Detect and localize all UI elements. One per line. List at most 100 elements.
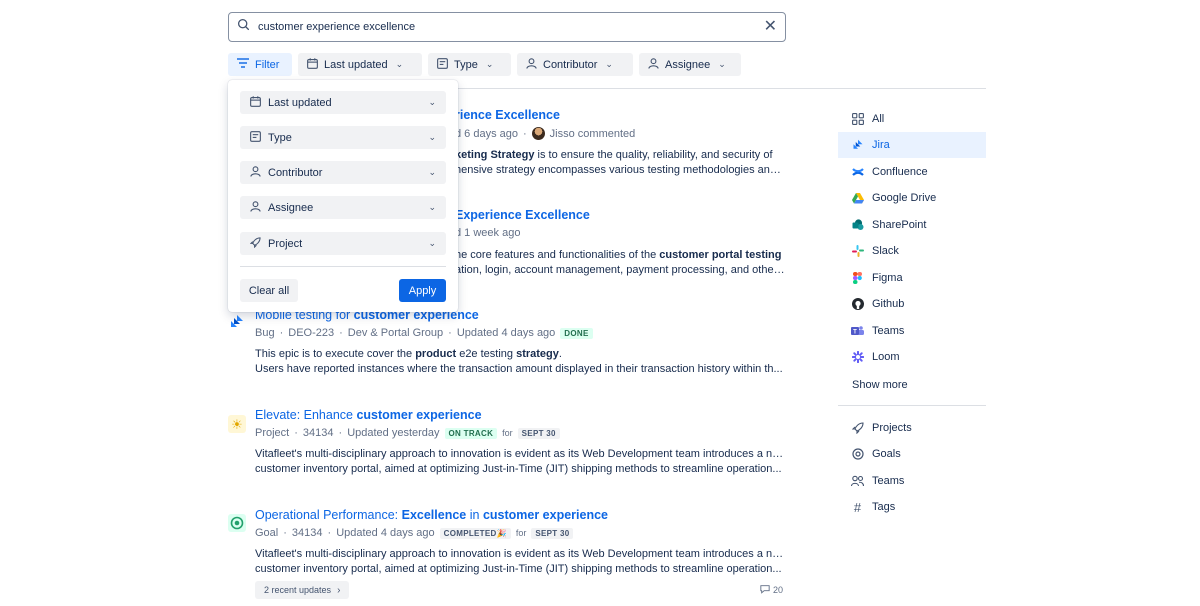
clear-all-button[interactable]: Clear all (240, 279, 298, 302)
sun-icon: ☀ (228, 415, 246, 433)
dropdown-type[interactable]: Type ⌄ (240, 126, 446, 149)
status-badge: COMPLETED🎉 (439, 527, 511, 539)
chevron-down-icon: ⌄ (428, 97, 436, 107)
result-description: This epic is to execute cover the produc… (255, 348, 562, 360)
sidebar-item-tags[interactable]: # Tags (838, 494, 986, 520)
type-icon (437, 57, 448, 72)
result-description: he core features and functionalities of … (455, 249, 782, 261)
result-description: Vitafleet's multi-disciplinary approach … (255, 548, 785, 560)
sharepoint-icon (851, 219, 864, 232)
search-icon (237, 18, 250, 36)
date-badge: SEPT 30 (517, 427, 560, 439)
chevron-down-icon: ⌄ (428, 167, 436, 177)
result-title[interactable]: Elevate: Enhance customer experience (255, 408, 482, 422)
chevron-down-icon: ⌄ (428, 132, 436, 142)
result-meta: d 1 week ago (455, 227, 521, 239)
result-description: Users have reported instances where the … (255, 363, 783, 375)
result-title[interactable]: Experience Excellence (455, 208, 590, 222)
sidebar-item-projects[interactable]: Projects (838, 415, 986, 441)
dropdown-assignee[interactable]: Assignee ⌄ (240, 196, 446, 219)
confluence-icon (851, 166, 864, 179)
person-icon (526, 57, 537, 72)
loom-icon (851, 351, 864, 364)
hash-icon: # (853, 499, 862, 515)
last-updated-filter[interactable]: Last updated ⌄ (298, 53, 422, 76)
sidebar-item-goals[interactable]: Goals (838, 441, 986, 467)
chevron-down-icon: ⌄ (395, 59, 404, 69)
sidebar-item-teams-entity[interactable]: Teams (838, 468, 986, 494)
sidebar-item-github[interactable]: Github (838, 291, 986, 317)
date-badge: SEPT 30 (531, 527, 574, 539)
result-description: customer inventory portal, aimed at opti… (255, 563, 782, 575)
google-drive-icon (851, 192, 864, 205)
recent-updates-button[interactable]: 2 recent updates › (255, 581, 350, 599)
goal-icon (228, 514, 246, 532)
updated-text: d 6 days ago (455, 127, 518, 140)
calendar-icon (250, 95, 261, 110)
sidebar-item-jira[interactable]: Jira (838, 132, 986, 158)
show-more-link[interactable]: Show more (852, 379, 908, 391)
search-query[interactable]: customer experience excellence (258, 21, 764, 33)
type-icon (250, 130, 261, 145)
result-title[interactable]: Operational Performance: Excellence in c… (255, 508, 608, 522)
chevron-right-icon: › (337, 584, 341, 596)
sidebar-item-sharepoint[interactable]: SharePoint (838, 212, 986, 238)
jira-icon (851, 139, 864, 152)
type-filter[interactable]: Type ⌄ (428, 53, 511, 76)
sidebar-item-slack[interactable]: Slack (838, 238, 986, 264)
github-icon (851, 298, 864, 311)
chevron-down-icon: ⌄ (605, 59, 613, 69)
dropdown-project[interactable]: Project ⌄ (240, 232, 446, 255)
filter-dropdown: Last updated ⌄ Type ⌄ Contributor ⌄ Assi… (228, 80, 458, 312)
apps-icon (851, 113, 864, 126)
close-icon[interactable]: ✕ (764, 19, 777, 35)
person-icon (250, 200, 261, 215)
filter-label: Filter (255, 58, 280, 71)
sidebar-item-figma[interactable]: Figma (838, 265, 986, 291)
slack-icon (851, 245, 864, 258)
filter-icon (237, 58, 249, 71)
sidebar-item-loom[interactable]: Loom (838, 344, 986, 370)
dropdown-contributor[interactable]: Contributor ⌄ (240, 161, 446, 184)
teams-icon: T (851, 325, 864, 338)
divider (240, 266, 446, 267)
sidebar-item-all[interactable]: All (838, 106, 986, 132)
chevron-down-icon: ⌄ (485, 59, 494, 69)
calendar-icon (307, 57, 318, 72)
person-icon (648, 57, 659, 72)
comment-text: Jisso commented (549, 127, 636, 140)
assignee-filter[interactable]: Assignee ⌄ (639, 53, 741, 76)
sidebar-item-confluence[interactable]: Confluence (838, 159, 986, 185)
rocket-icon (851, 422, 864, 435)
contributor-label: Contributor (543, 58, 598, 71)
rocket-icon (249, 236, 261, 251)
apply-button[interactable]: Apply (399, 279, 446, 302)
result-title[interactable]: rience Excellence (455, 108, 560, 122)
contributor-filter[interactable]: Contributor ⌄ (517, 53, 633, 76)
chevron-down-icon: ⌄ (428, 202, 436, 212)
sidebar-item-teams[interactable]: T Teams (838, 318, 986, 344)
dropdown-last-updated[interactable]: Last updated ⌄ (240, 91, 446, 114)
comment-icon (760, 584, 770, 596)
status-badge: DONE (560, 327, 593, 339)
svg-text:T: T (853, 330, 857, 336)
people-icon (851, 475, 864, 488)
sidebar-item-google-drive[interactable]: Google Drive (838, 185, 986, 211)
status-badge: ON TRACK (444, 427, 498, 439)
result-description: Vitafleet's multi-disciplinary approach … (255, 448, 785, 460)
result-meta: Bug · DEO-223 · Dev & Portal Group · Update… (255, 327, 593, 339)
last-updated-label: Last updated (324, 58, 388, 71)
result-meta: Goal · 34134 · Updated 4 days ago COMPLETE… (255, 527, 574, 539)
result-meta: d 6 days ago · Jisso commented (455, 127, 636, 140)
search-input[interactable]: customer experience excellence ✕ (228, 12, 786, 42)
avatar (531, 127, 545, 140)
figma-icon (851, 272, 864, 285)
assignee-label: Assignee (665, 58, 711, 71)
type-label: Type (454, 58, 478, 71)
person-icon (250, 165, 261, 180)
filter-button[interactable]: Filter (228, 53, 292, 76)
chevron-down-icon: ⌄ (718, 59, 726, 69)
result-description: hensive strategy encompasses various tes… (455, 164, 785, 176)
comment-count: 20 (760, 584, 783, 596)
result-description: customer inventory portal, aimed at opti… (255, 463, 782, 475)
